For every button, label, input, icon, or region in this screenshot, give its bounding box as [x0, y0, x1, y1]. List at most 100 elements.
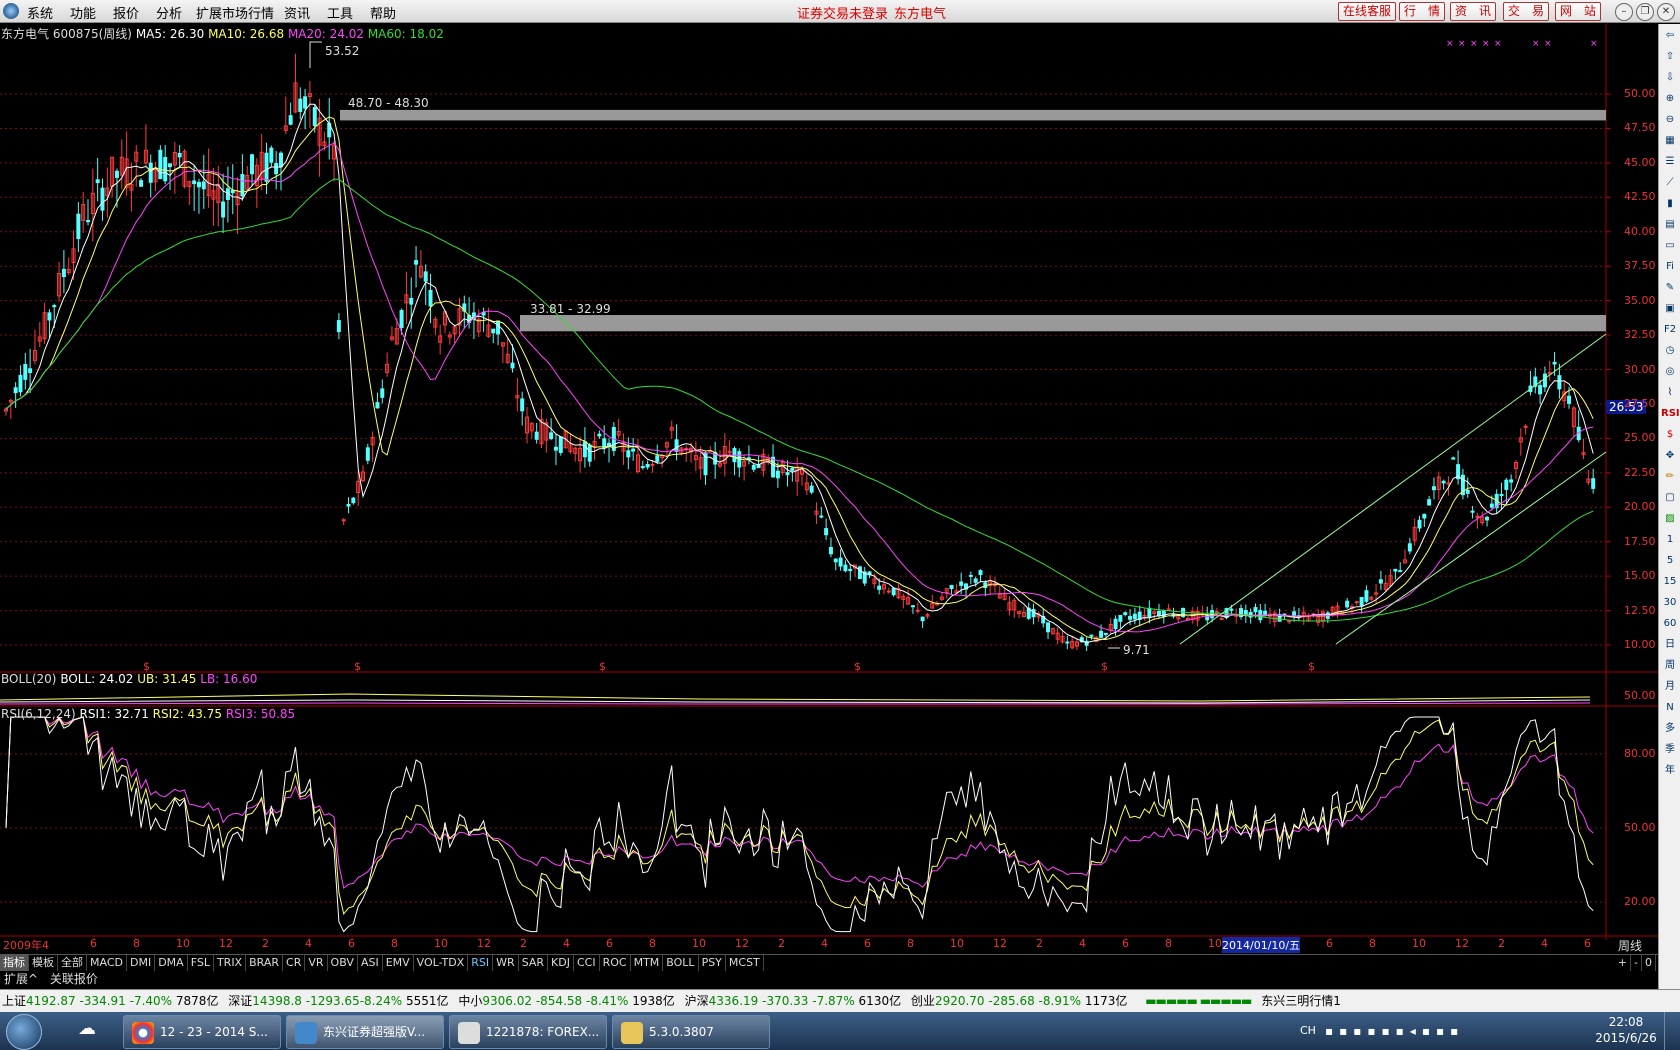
- indicator-tab[interactable]: ROC: [600, 955, 631, 971]
- restore-icon[interactable]: ❐: [1636, 3, 1654, 21]
- indicator-tab[interactable]: OBV: [328, 955, 358, 971]
- period-5-button[interactable]: 5: [1661, 552, 1679, 570]
- start-button[interactable]: [6, 1014, 42, 1050]
- indicator-tab[interactable]: FSL: [188, 955, 214, 971]
- arrow-up-icon[interactable]: ⇧: [1661, 48, 1679, 66]
- indicator-tab[interactable]: MCST: [726, 955, 764, 971]
- tab-ext[interactable]: 扩展^: [0, 971, 42, 987]
- period-day-button[interactable]: 日: [1661, 636, 1679, 654]
- news-button[interactable]: 资 讯: [1450, 2, 1496, 21]
- taskbar-item-broker[interactable]: 东兴证券超强版V...: [286, 1015, 444, 1049]
- move-icon[interactable]: ✥: [1661, 447, 1679, 465]
- period-week-button[interactable]: 周: [1661, 657, 1679, 675]
- indicator-tab[interactable]: 全部: [58, 955, 87, 971]
- f10-button[interactable]: Fi: [1661, 258, 1679, 276]
- tab-control-button[interactable]: +: [1615, 955, 1632, 971]
- period-15-button[interactable]: 15: [1661, 573, 1679, 591]
- menu-ext-market[interactable]: 扩展市场行情: [196, 3, 274, 22]
- table-icon[interactable]: ▤: [1661, 216, 1679, 234]
- close-icon[interactable]: ✕: [1657, 3, 1675, 21]
- market-button[interactable]: 行 情: [1399, 2, 1445, 21]
- chart-canvas[interactable]: $ $ $ $ $ $× × × × × × × ×: [0, 24, 1660, 940]
- zoom-in-icon[interactable]: ⊕: [1661, 90, 1679, 108]
- menu-system[interactable]: 系统: [27, 3, 53, 22]
- indicator-tab[interactable]: MACD: [87, 955, 127, 971]
- tab-related-quote[interactable]: 关联报价: [46, 971, 102, 987]
- clock-date[interactable]: 2015/6/26: [1592, 1031, 1660, 1045]
- period-60-button[interactable]: 60: [1661, 615, 1679, 633]
- fs-icon[interactable]: ▢: [1661, 489, 1679, 507]
- tray-icons[interactable]: ▪▪▪▪▪▪◂▪▪▪: [1325, 1024, 1464, 1038]
- indicator-tab[interactable]: 模板: [29, 955, 58, 971]
- period-n-button[interactable]: N: [1661, 699, 1679, 717]
- menu-quote[interactable]: 报价: [113, 3, 139, 22]
- chart-area[interactable]: $ $ $ $ $ $ × × × × × × × × 东方电气 600875(周线) MA5: 26.3…: [0, 24, 1660, 953]
- list-icon[interactable]: ☰: [1661, 153, 1679, 171]
- broker-server[interactable]: 东兴三明行情1: [1261, 994, 1341, 1008]
- indicator-tab[interactable]: CCI: [574, 955, 600, 971]
- indicator-tab[interactable]: MTM: [631, 955, 664, 971]
- period-1-button[interactable]: 1: [1661, 531, 1679, 549]
- online-service-button[interactable]: 在线客服: [1338, 2, 1396, 21]
- website-button[interactable]: 网 站: [1555, 2, 1601, 21]
- indicator-tab[interactable]: VOL-TDX: [414, 955, 469, 971]
- cloud-icon[interactable]: ☁: [70, 1018, 104, 1044]
- info-mine-marker: ×: [1544, 39, 1552, 49]
- indicator-tab[interactable]: TRIX: [214, 955, 247, 971]
- clock-icon[interactable]: ◷: [1661, 342, 1679, 360]
- calendar-icon[interactable]: ▣: [1661, 300, 1679, 318]
- indicator-tab[interactable]: KDJ: [548, 955, 574, 971]
- taskbar-item-forex[interactable]: 1221878: FOREX...: [449, 1015, 607, 1049]
- clock-time[interactable]: 22:08: [1600, 1015, 1652, 1029]
- dollar-icon[interactable]: $: [1661, 426, 1679, 444]
- indicator-tab[interactable]: RSI: [468, 955, 494, 971]
- period-quarter-button[interactable]: 季: [1661, 741, 1679, 759]
- indicator-tab[interactable]: DMI: [127, 955, 156, 971]
- taskbar-item-chrome[interactable]: 12 - 23 - 2014 S...: [123, 1015, 281, 1049]
- line-chart-icon[interactable]: ⟋: [1661, 174, 1679, 192]
- menu-help[interactable]: 帮助: [370, 3, 396, 22]
- indicator-tab[interactable]: WR: [493, 955, 519, 971]
- indicator-tab[interactable]: VR: [305, 955, 328, 971]
- show-desktop-button[interactable]: [1664, 1012, 1679, 1050]
- candle-body: [973, 578, 978, 583]
- input-language[interactable]: CH: [1300, 1024, 1316, 1037]
- indicator-tab[interactable]: 指标: [0, 955, 29, 971]
- indicator-tab[interactable]: SAR: [519, 955, 549, 971]
- period-year-button[interactable]: 年: [1661, 762, 1679, 780]
- settings-icon[interactable]: ◎: [1661, 363, 1679, 381]
- f2-button[interactable]: F2: [1661, 321, 1679, 339]
- photo-icon[interactable]: ▨: [1661, 510, 1679, 528]
- indicator-tab[interactable]: BOLL: [663, 955, 699, 971]
- indicator-tab[interactable]: BRAR: [246, 955, 284, 971]
- menu-function[interactable]: 功能: [70, 3, 96, 22]
- doc-icon[interactable]: ▭: [1661, 237, 1679, 255]
- period-month-button[interactable]: 月: [1661, 678, 1679, 696]
- indicator-tab[interactable]: CR: [283, 955, 306, 971]
- grid-icon[interactable]: ▦: [1661, 132, 1679, 150]
- candle-body: [375, 402, 380, 409]
- trade-button[interactable]: 交 易: [1503, 2, 1549, 21]
- indicator-tab[interactable]: ASI: [358, 955, 383, 971]
- tab-control-button[interactable]: 0: [1642, 955, 1656, 971]
- indicator-tab[interactable]: EMV: [383, 955, 414, 971]
- period-multi-button[interactable]: 多: [1661, 720, 1679, 738]
- indicator-tab[interactable]: PSY: [699, 955, 726, 971]
- menu-analysis[interactable]: 分析: [156, 3, 182, 22]
- menu-tools[interactable]: 工具: [327, 3, 353, 22]
- zoom-out-icon[interactable]: ⊖: [1661, 111, 1679, 129]
- minimize-icon[interactable]: –: [1615, 3, 1633, 21]
- menu-news[interactable]: 资讯: [284, 3, 310, 22]
- candle-icon[interactable]: ▮: [1661, 195, 1679, 213]
- tab-control-button[interactable]: -: [1631, 955, 1642, 971]
- arrow-down-icon[interactable]: ⇩: [1661, 69, 1679, 87]
- period-30-button[interactable]: 30: [1661, 594, 1679, 612]
- note-icon[interactable]: ✎: [1661, 279, 1679, 297]
- period-label[interactable]: 周线: [1618, 937, 1642, 954]
- taskbar-item-folder[interactable]: 5.3.0.3807: [612, 1015, 770, 1049]
- chart-small-icon[interactable]: ⌇: [1661, 384, 1679, 402]
- arrow-left-icon[interactable]: ⇦: [1661, 27, 1679, 45]
- rsi-button[interactable]: RSI: [1661, 405, 1680, 423]
- pencil-icon[interactable]: ✏: [1661, 468, 1679, 486]
- indicator-tab[interactable]: DMA: [155, 955, 188, 971]
